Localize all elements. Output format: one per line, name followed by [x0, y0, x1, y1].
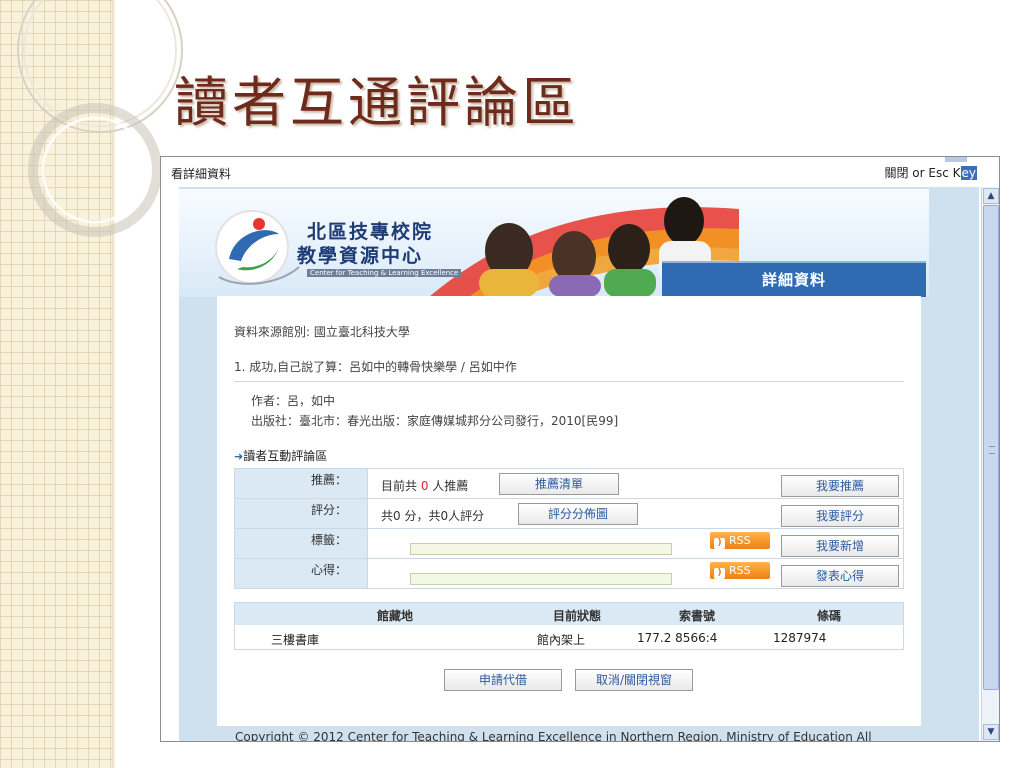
scroll-thumb[interactable] — [983, 205, 999, 690]
footer-copyright: Copyright © 2012 Center for Teaching & L… — [235, 730, 872, 742]
banner: 北區技專校院 教學資源中心 Center for Teaching & Lear… — [179, 189, 929, 297]
rss-icon: ) — [714, 538, 725, 549]
strip-edge — [112, 0, 116, 768]
source-library: 資料來源館別: 國立臺北科技大學 — [234, 325, 410, 339]
cell-status: 館內架上 — [537, 633, 586, 647]
header-status: 目前狀態 — [553, 609, 602, 623]
header-location: 館藏地 — [377, 609, 414, 623]
grip-icon — [989, 446, 995, 454]
holdings-header: 館藏地 目前狀態 索書號 條碼 — [235, 603, 903, 625]
logo-english: Center for Teaching & Learning Excellenc… — [307, 269, 462, 277]
content-panel: 資料來源館別: 國立臺北科技大學 1. 成功,自己說了算：呂如中的轉骨快樂學 /… — [217, 296, 921, 726]
review-rss-button[interactable]: ) RSS — [710, 562, 770, 579]
rating-distribution-button[interactable]: 評分分佈圖 — [518, 503, 638, 525]
close-hint-highlight: ey — [960, 166, 977, 180]
borrow-request-button[interactable]: 申請代借 — [444, 669, 562, 691]
close-link[interactable]: 關閉 — [884, 166, 908, 180]
book-title: 1. 成功,自己說了算：呂如中的轉骨快樂學 / 呂如中作 — [234, 360, 517, 374]
interaction-heading-text: 讀者互動評論區 — [243, 449, 328, 463]
rating-text: 共0 分，共0人評分 — [381, 509, 485, 523]
recommend-count-text: 目前共 0 人推薦 — [381, 477, 468, 494]
scroll-down-icon[interactable]: ▼ — [983, 724, 999, 740]
logo-line2: 教學資源中心 — [297, 245, 424, 267]
cell-callno: 177.2 8566:4 — [637, 631, 718, 645]
rating-row: 評分： 共0 分，共0人評分 評分分佈圖 我要評分 — [235, 499, 903, 529]
interaction-heading: ➜讀者互動評論區 — [234, 447, 327, 464]
close-hint: 關閉 or Esc Key — [884, 164, 977, 181]
tags-rss-button[interactable]: ) RSS — [710, 532, 770, 549]
interaction-table: 推薦： 目前共 0 人推薦 推薦清單 我要推薦 評分： 共0 分，共0人評分 評… — [234, 468, 904, 589]
cell-barcode: 1287974 — [773, 631, 827, 645]
header-callno: 索書號 — [679, 609, 716, 623]
review-input[interactable] — [410, 573, 672, 585]
book-author: 作者：呂，如中 — [251, 394, 336, 408]
holdings-table: 館藏地 目前狀態 索書號 條碼 三樓書庫 館內架上 177.2 8566:4 1… — [234, 602, 904, 650]
cell-location: 三樓書庫 — [271, 633, 320, 647]
slide-title: 讀者互通評論區 — [174, 71, 580, 134]
rate-button[interactable]: 我要評分 — [781, 505, 899, 527]
recommend-text-post: 人推薦 — [428, 479, 469, 493]
selection-marker — [945, 157, 967, 162]
recommend-label: 推薦： — [235, 469, 368, 498]
tags-label: 標籤： — [235, 529, 368, 558]
slide: 讀者互通評論區 看詳細資料 關閉 or Esc Key 北區技專校院 教學資源中… — [0, 0, 1024, 768]
review-row: 心得： ) RSS 發表心得 — [235, 559, 903, 589]
post-review-button[interactable]: 發表心得 — [781, 565, 899, 587]
detail-popup-window: 看詳細資料 關閉 or Esc Key 北區技專校院 教學資源中心 Center… — [160, 156, 1000, 742]
recommend-list-button[interactable]: 推薦清單 — [499, 473, 619, 495]
add-tag-button[interactable]: 我要新增 — [781, 535, 899, 557]
recommend-row: 推薦： 目前共 0 人推薦 推薦清單 我要推薦 — [235, 469, 903, 499]
review-rss-label: RSS — [729, 564, 751, 577]
recommend-button[interactable]: 我要推薦 — [781, 475, 899, 497]
recommend-text-pre: 目前共 — [381, 479, 421, 493]
detail-tab: 詳細資料 — [662, 261, 926, 297]
close-hint-text: or Esc K — [908, 166, 961, 180]
window-title: 看詳細資料 — [171, 167, 232, 181]
vertical-scrollbar[interactable]: ▲ ▼ — [981, 187, 999, 741]
tags-row: 標籤： ) RSS 我要新增 — [235, 529, 903, 559]
arrow-icon: ➜ — [234, 450, 244, 463]
rating-label: 評分： — [235, 499, 368, 528]
tags-rss-label: RSS — [729, 534, 751, 547]
tags-input[interactable] — [410, 543, 672, 555]
book-publisher: 出版社：臺北市：春光出版：家庭傳媒城邦分公司發行，2010[民99] — [251, 414, 619, 428]
divider — [234, 381, 904, 382]
grid-decoration — [0, 0, 112, 768]
window-titlebar: 看詳細資料 關閉 or Esc Key — [161, 157, 999, 187]
scroll-up-icon[interactable]: ▲ — [983, 188, 999, 204]
header-barcode: 條碼 — [817, 609, 842, 623]
logo-line1: 北區技專校院 — [307, 221, 434, 243]
rss-icon: ) — [714, 568, 725, 579]
review-label: 心得： — [235, 559, 368, 588]
cancel-close-button[interactable]: 取消/關閉視窗 — [575, 669, 693, 691]
